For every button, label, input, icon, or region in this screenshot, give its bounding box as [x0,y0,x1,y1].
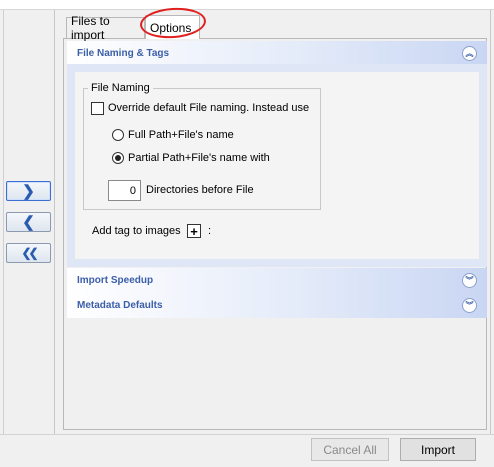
directories-label: Directories before File [146,184,254,196]
radio-partial-path[interactable] [112,152,124,164]
override-label: Override default File naming. Instead us… [108,102,310,114]
section-metadata-defaults-header[interactable]: Metadata Defaults ︾ [67,293,487,318]
cancel-all-label: Cancel All [323,442,377,457]
expand-icon[interactable]: ︾ [462,298,477,313]
directories-count-value: 0 [129,184,136,197]
override-checkbox[interactable] [91,102,104,115]
tab-options-label: Options [150,20,192,35]
double-chevron-left-icon: ❮❮ [21,246,38,260]
move-right-button[interactable]: ❯ [6,181,51,201]
chevron-right-icon: ❯ [22,182,35,200]
section-title: Metadata Defaults [77,300,163,311]
radio-full-path[interactable] [112,129,124,141]
add-tag-colon: : [208,225,212,237]
chevron-left-icon: ❮ [22,213,35,231]
add-tag-label: Add tag to images [92,225,181,237]
window-top-strip [0,0,494,10]
partial-path-label: Partial Path+File's name with [128,152,270,164]
group-title: File Naming [88,82,153,94]
section-file-naming-header[interactable]: File Naming & Tags ︽ [67,41,487,66]
import-label: Import [420,442,455,457]
move-left-button[interactable]: ❮ [6,212,51,232]
cancel-all-button[interactable]: Cancel All [311,438,389,461]
right-border [490,10,491,434]
section-title: Import Speedup [77,275,154,286]
import-button[interactable]: Import [400,438,476,461]
collapse-icon[interactable]: ︽ [462,46,477,61]
section-import-speedup-header[interactable]: Import Speedup ︾ [67,268,487,293]
tab-files-to-import[interactable]: Files to import [66,14,145,42]
section-title: File Naming & Tags [77,48,170,59]
tab-options[interactable]: Options [145,15,200,39]
full-path-label: Full Path+File's name [128,129,234,141]
add-tag-button[interactable]: + [187,224,201,238]
directories-count-input[interactable]: 0 [108,180,141,201]
radio-selected-dot [115,155,121,161]
move-all-left-button[interactable]: ❮❮ [6,243,51,263]
tab-files-label: Files to import [71,14,110,42]
plus-icon: + [190,223,198,239]
expand-icon[interactable]: ︾ [462,273,477,288]
